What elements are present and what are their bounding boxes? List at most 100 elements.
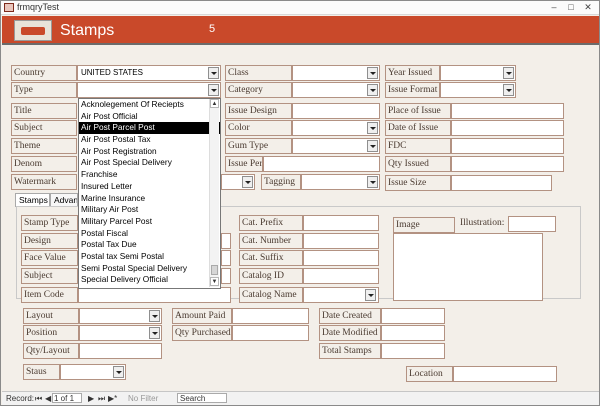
title-label: Title bbox=[11, 103, 77, 119]
dropdown-scrollbar[interactable]: ▲ ▼ bbox=[209, 99, 219, 287]
location-field[interactable] bbox=[453, 366, 557, 382]
list-item[interactable]: Franchise bbox=[79, 169, 220, 181]
maximize-button[interactable]: □ bbox=[564, 2, 578, 13]
list-item[interactable]: Air Post Special Delivery bbox=[79, 157, 220, 169]
date-of-issue-field[interactable] bbox=[451, 120, 564, 136]
prev-record-icon[interactable]: ◀ bbox=[45, 394, 51, 403]
class-dropdown-button[interactable] bbox=[367, 67, 378, 79]
tagging-label: Tagging bbox=[261, 174, 301, 190]
record-position[interactable]: 1 of 1 bbox=[54, 394, 74, 403]
face-value-label: Face Value bbox=[21, 250, 78, 266]
cat-suffix-field[interactable] bbox=[303, 250, 379, 266]
design-field[interactable] bbox=[221, 233, 231, 249]
minimize-button[interactable]: – bbox=[547, 2, 561, 13]
scroll-up-icon[interactable]: ▲ bbox=[210, 99, 219, 108]
location-label: Location bbox=[406, 366, 453, 382]
scroll-down-icon[interactable]: ▼ bbox=[210, 277, 219, 286]
type-field[interactable] bbox=[77, 82, 221, 98]
list-item[interactable]: Military Air Post bbox=[79, 204, 220, 216]
qty-purchased-label: Qty Purchased bbox=[172, 325, 232, 341]
issue-format-label: Issue Format bbox=[385, 82, 440, 98]
catalog-name-dropdown-button[interactable] bbox=[365, 289, 376, 301]
qty-layout-field[interactable] bbox=[79, 343, 162, 359]
staus-label: Staus bbox=[23, 364, 60, 380]
next-record-icon[interactable]: ▶ bbox=[88, 394, 94, 403]
list-item[interactable]: Postal Fiscal bbox=[79, 228, 220, 240]
year-issued-label: Year Issued bbox=[385, 65, 440, 81]
staus-dropdown-button[interactable] bbox=[113, 366, 124, 378]
catalog-name-label: Catalog Name bbox=[239, 287, 303, 303]
date-of-issue-label: Date of Issue bbox=[385, 120, 451, 136]
type-dropdown-button[interactable] bbox=[208, 84, 219, 96]
tab-subject-label: Subject bbox=[21, 268, 78, 284]
first-record-icon[interactable]: ⏮ bbox=[35, 394, 42, 404]
scroll-thumb[interactable] bbox=[211, 265, 218, 275]
country-field[interactable]: UNITED STATES bbox=[77, 65, 221, 81]
catalog-id-field[interactable] bbox=[303, 268, 379, 284]
position-dropdown-button[interactable] bbox=[149, 327, 160, 339]
list-item[interactable]: Marine Insurance bbox=[79, 193, 220, 205]
list-item[interactable]: Postal Tax Due bbox=[79, 239, 220, 251]
list-item[interactable]: Air Post Official bbox=[79, 111, 220, 123]
category-dropdown-button[interactable] bbox=[367, 84, 378, 96]
record-navigation-bar: Record: ⏮ ◀ 1 of 1 ▶ ⏭ ▶* No Filter Sear… bbox=[2, 391, 599, 405]
issue-size-field[interactable] bbox=[451, 175, 552, 191]
qty-issued-field[interactable] bbox=[451, 156, 564, 172]
tab-advanced[interactable]: Advanc bbox=[50, 193, 78, 207]
form-header: Stamps 5 bbox=[2, 16, 599, 45]
close-button[interactable]: ✕ bbox=[581, 2, 595, 13]
type-label: Type bbox=[11, 82, 77, 98]
design-label: Design bbox=[21, 233, 78, 249]
list-item[interactable]: Postal tax Semi Postal bbox=[79, 251, 220, 263]
country-dropdown-button[interactable] bbox=[208, 67, 219, 79]
year-issued-dropdown-button[interactable] bbox=[503, 67, 514, 79]
issue-perf-field[interactable] bbox=[263, 156, 380, 172]
title-bar: frmqryTest – □ ✕ bbox=[1, 1, 599, 15]
search-box[interactable]: Search bbox=[180, 394, 205, 403]
date-modified-field[interactable] bbox=[381, 325, 445, 341]
amount-paid-field[interactable] bbox=[232, 308, 309, 324]
issue-format-dropdown-button[interactable] bbox=[503, 84, 514, 96]
fdc-label: FDC bbox=[385, 138, 451, 154]
total-stamps-field[interactable] bbox=[381, 343, 445, 359]
cat-number-field[interactable] bbox=[303, 233, 379, 249]
position-label: Position bbox=[23, 325, 79, 341]
layout-label: Layout bbox=[23, 308, 79, 324]
list-item-selected[interactable]: Air Post Parcel Post bbox=[79, 122, 220, 135]
fdc-field[interactable] bbox=[451, 138, 564, 154]
gum-type-dropdown-button[interactable] bbox=[367, 140, 378, 152]
list-item[interactable]: Special Delivery Official bbox=[79, 274, 220, 286]
face-value-field[interactable] bbox=[221, 250, 231, 266]
form-window: frmqryTest – □ ✕ Stamps 5 Country UNITED… bbox=[0, 0, 600, 406]
illustration-field[interactable] bbox=[508, 216, 556, 232]
qty-purchased-field[interactable] bbox=[232, 325, 309, 341]
catalog-id-label: Catalog ID bbox=[239, 268, 303, 284]
list-item[interactable]: Acknolegement Of Reciepts bbox=[79, 99, 220, 111]
cat-prefix-field[interactable] bbox=[303, 215, 379, 231]
denom-label: Denom bbox=[11, 156, 77, 172]
type-dropdown-list[interactable]: Acknolegement Of Reciepts Air Post Offic… bbox=[78, 98, 221, 289]
no-filter-button[interactable]: No Filter bbox=[128, 394, 158, 403]
watermark-dropdown-button[interactable] bbox=[242, 176, 253, 188]
cat-suffix-label: Cat. Suffix bbox=[239, 250, 303, 266]
illustration-label: Illustration: bbox=[460, 218, 505, 228]
watermark-label: Watermark bbox=[11, 174, 77, 190]
tab-subject-field[interactable] bbox=[221, 268, 231, 284]
layout-dropdown-button[interactable] bbox=[149, 310, 160, 322]
last-record-icon[interactable]: ⏭ bbox=[98, 394, 105, 404]
list-item[interactable]: Insured Letter bbox=[79, 181, 220, 193]
list-item[interactable]: Semi Postal Special Delivery bbox=[79, 263, 220, 275]
color-dropdown-button[interactable] bbox=[367, 122, 378, 134]
list-item[interactable]: Air Post Postal Tax bbox=[79, 134, 220, 146]
list-item[interactable]: Military Parcel Post bbox=[79, 216, 220, 228]
place-of-issue-field[interactable] bbox=[451, 103, 564, 119]
issue-design-field[interactable] bbox=[292, 103, 380, 119]
window-title: frmqryTest bbox=[17, 2, 60, 12]
item-code-field[interactable] bbox=[78, 287, 231, 303]
tagging-dropdown-button[interactable] bbox=[367, 176, 378, 188]
tab-stamps[interactable]: Stamps bbox=[15, 193, 50, 207]
list-item[interactable]: Air Post Registration bbox=[79, 146, 220, 158]
new-record-icon[interactable]: ▶* bbox=[108, 394, 117, 403]
stamp-image-box bbox=[393, 233, 543, 301]
date-created-field[interactable] bbox=[381, 308, 445, 324]
